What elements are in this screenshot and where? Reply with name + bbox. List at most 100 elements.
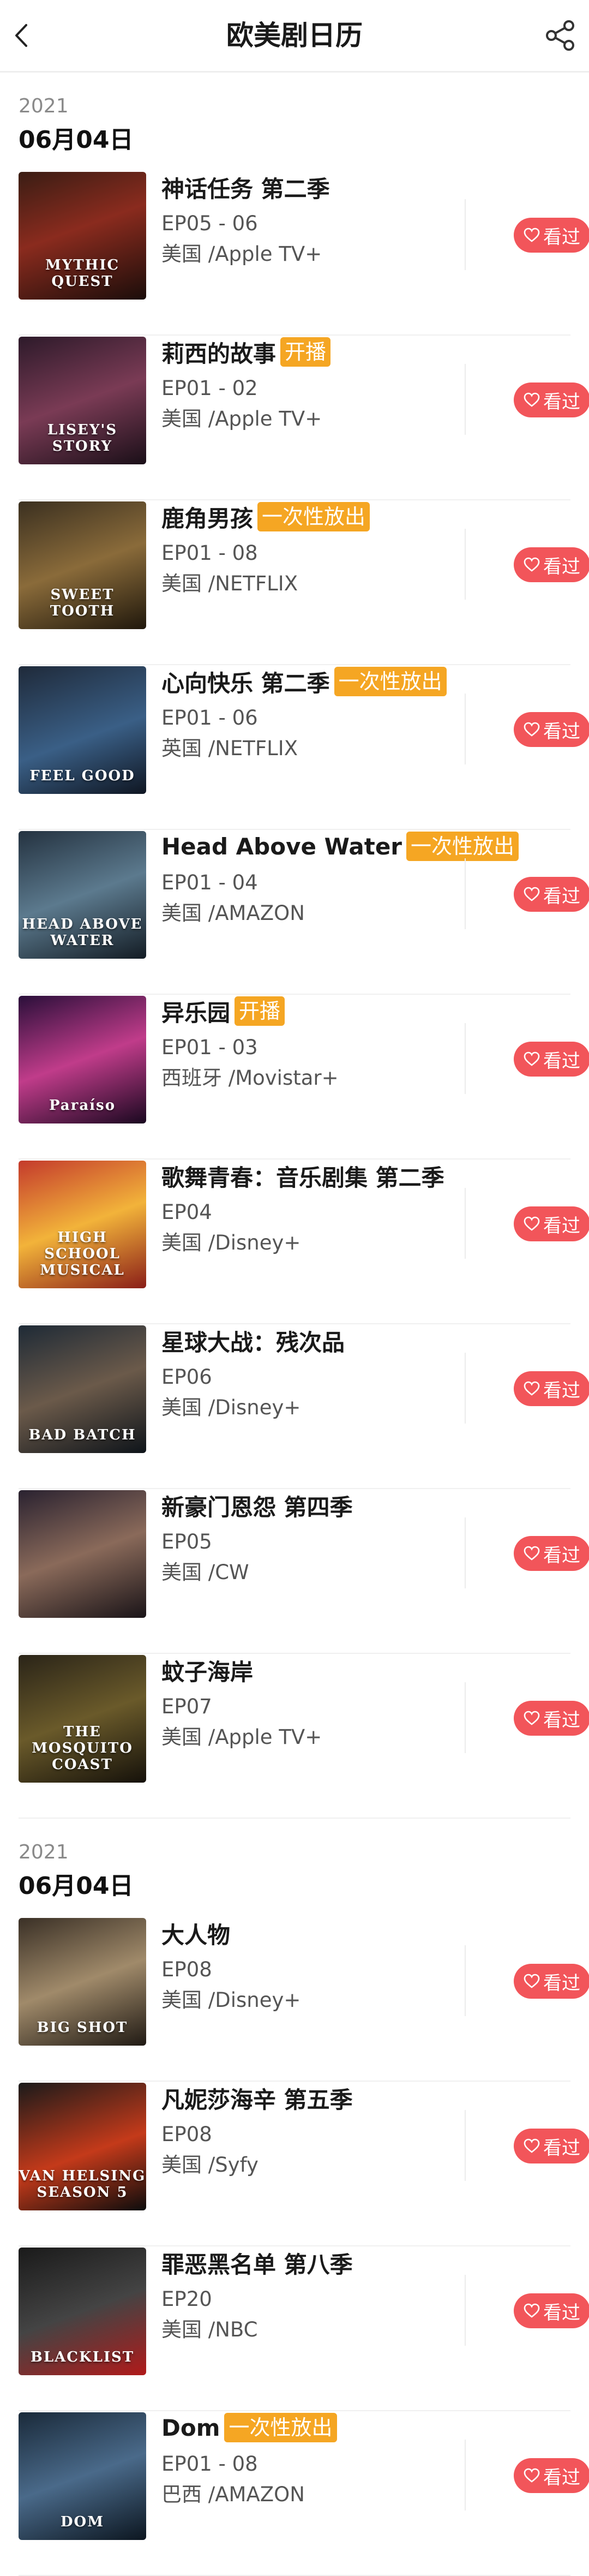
vertical-divider — [465, 1023, 466, 1094]
show-item[interactable]: BLACKLIST 罪恶黑名单 第八季 EP20 美国 /NBC 看过 — [19, 2246, 589, 2411]
country-network: 美国 /Apple TV+ — [161, 242, 322, 266]
watched-label: 看过 — [543, 1379, 580, 1402]
watched-label: 看过 — [543, 391, 580, 413]
poster-title: MYTHIC QUEST — [45, 257, 120, 290]
watched-label: 看过 — [543, 1709, 580, 1731]
show-info: Dom 一次性放出 EP01 - 08 巴西 /AMAZON — [161, 2411, 436, 2507]
show-item[interactable]: BIG SHOT 大人物 EP08 美国 /Disney+ 看过 — [19, 1917, 589, 2082]
watched-button[interactable]: 看过 — [514, 2293, 589, 2328]
watched-button[interactable]: 看过 — [514, 712, 589, 747]
country-network: 美国 /NETFLIX — [161, 572, 298, 595]
show-poster: THE MOSQUITO COAST — [19, 1655, 146, 1783]
date-section: 2021 06月04日 MYTHIC QUEST 神话任务 第二季 EP05 - 06 美… — [0, 94, 589, 1819]
episode-range: EP05 - 06 — [161, 212, 258, 235]
country-network: 英国 /NETFLIX — [161, 737, 298, 760]
episode-range: EP01 - 03 — [161, 1036, 258, 1059]
show-title-row: 蚊子海岸 — [161, 1654, 436, 1687]
watched-button[interactable]: 看过 — [514, 1964, 589, 1999]
show-title: 大人物 — [161, 1921, 231, 1949]
poster-title: Paraíso — [49, 1097, 116, 1114]
show-title: 罪恶黑名单 第八季 — [161, 2251, 353, 2278]
episode-range: EP05 — [161, 1530, 212, 1553]
show-title-row: Dom 一次性放出 — [161, 2411, 436, 2444]
top-bar: 欧美剧日历 — [0, 0, 589, 71]
poster-title: BAD BATCH — [28, 1427, 136, 1443]
country-network: 美国 /CW — [161, 1561, 249, 1584]
show-title: 新豪门恩怨 第四季 — [161, 1493, 353, 1521]
vertical-divider — [465, 2110, 466, 2181]
release-badge: 一次性放出 — [334, 667, 447, 696]
country-network: 美国 /Disney+ — [161, 1396, 301, 1419]
share-button[interactable] — [541, 16, 579, 55]
show-poster: BAD BATCH — [19, 1325, 146, 1453]
poster-title: THE MOSQUITO COAST — [32, 1724, 133, 1773]
episode-range: EP20 — [161, 2287, 212, 2311]
watched-button[interactable]: 看过 — [514, 547, 589, 582]
section-year: 2021 — [19, 1841, 69, 1863]
watched-label: 看过 — [543, 885, 580, 907]
show-item[interactable]: DOM Dom 一次性放出 EP01 - 08 巴西 /AMAZON 看过 — [19, 2411, 589, 2576]
watched-button[interactable]: 看过 — [514, 218, 589, 253]
country-network: 美国 /Apple TV+ — [161, 407, 322, 431]
show-title: 星球大战：残次品 — [161, 1329, 345, 1356]
vertical-divider — [465, 1353, 466, 1424]
watched-button[interactable]: 看过 — [514, 2458, 589, 2493]
watched-button[interactable]: 看过 — [514, 1042, 589, 1077]
poster-title: BLACKLIST — [30, 2349, 135, 2365]
country-network: 美国 /Disney+ — [161, 1231, 301, 1254]
show-item[interactable]: HEAD ABOVE WATER Head Above Water 一次性放出 EP0… — [19, 830, 589, 995]
watched-button[interactable]: 看过 — [514, 1536, 589, 1571]
date-section: 2021 06月04日 BIG SHOT 大人物 EP08 美国 /Disney+ 看过 VA… — [0, 1840, 589, 2576]
show-item[interactable]: Paraíso 异乐园 开播 EP01 - 03 西班牙 /Movistar+ 看过 — [19, 995, 589, 1160]
show-item[interactable]: FEEL GOOD 心向快乐 第二季 一次性放出 EP01 - 06 英国 /NETFL… — [19, 665, 589, 830]
vertical-divider — [465, 2440, 466, 2511]
heart-check-icon — [524, 228, 540, 242]
row-divider — [19, 1818, 570, 1819]
show-item[interactable]: HIGH SCHOOL MUSICAL 歌舞青春：音乐剧集 第二季 EP04 美国 /… — [19, 1160, 589, 1324]
watched-label: 看过 — [543, 2302, 580, 2324]
show-poster: HIGH SCHOOL MUSICAL — [19, 1161, 146, 1288]
show-poster: VAN HELSING SEASON 5 — [19, 2083, 146, 2210]
watched-button[interactable]: 看过 — [514, 1371, 589, 1406]
watched-button[interactable]: 看过 — [514, 1206, 589, 1241]
heart-check-icon — [524, 1546, 540, 1561]
vertical-divider — [465, 1682, 466, 1753]
show-item[interactable]: THE MOSQUITO COAST 蚊子海岸 EP07 美国 /Apple TV+ 看… — [19, 1654, 589, 1819]
heart-check-icon — [524, 1051, 540, 1066]
vertical-divider — [465, 1945, 466, 2016]
show-title: 凡妮莎海辛 第五季 — [161, 2086, 353, 2113]
show-item[interactable]: SWEET TOOTH 鹿角男孩 一次性放出 EP01 - 08 美国 /NETFLIX… — [19, 500, 589, 665]
poster-title: BIG SHOT — [37, 2019, 128, 2036]
watched-button[interactable]: 看过 — [514, 382, 589, 417]
episode-range: EP01 - 08 — [161, 541, 258, 565]
show-info: 蚊子海岸 EP07 美国 /Apple TV+ — [161, 1654, 436, 1750]
show-info: 凡妮莎海辛 第五季 EP08 美国 /Syfy — [161, 2082, 436, 2178]
show-title-row: 罪恶黑名单 第八季 — [161, 2246, 436, 2279]
show-item[interactable]: 新豪门恩怨 第四季 EP05 美国 /CW 看过 — [19, 1489, 589, 1654]
watched-button[interactable]: 看过 — [514, 1701, 589, 1736]
show-title-row: 心向快乐 第二季 一次性放出 — [161, 665, 447, 698]
show-title-row: 神话任务 第二季 — [161, 171, 436, 204]
show-item[interactable]: VAN HELSING SEASON 5 凡妮莎海辛 第五季 EP08 美国 /Syf… — [19, 2082, 589, 2246]
country-network: 西班牙 /Movistar+ — [161, 1066, 339, 1090]
show-poster: Paraíso — [19, 996, 146, 1123]
vertical-divider — [465, 199, 466, 270]
show-poster: MYTHIC QUEST — [19, 172, 146, 300]
show-title-row: 鹿角男孩 一次性放出 — [161, 500, 436, 533]
watched-button[interactable]: 看过 — [514, 2129, 589, 2163]
show-info: 神话任务 第二季 EP05 - 06 美国 /Apple TV+ — [161, 171, 436, 267]
show-title: 莉西的故事 — [161, 340, 277, 367]
poster-title: DOM — [61, 2514, 104, 2530]
country-network: 美国 /NBC — [161, 2318, 258, 2341]
vertical-divider — [465, 1517, 466, 1588]
country-network: 美国 /Syfy — [161, 2153, 259, 2177]
show-title-row: Head Above Water 一次性放出 — [161, 830, 519, 863]
show-item[interactable]: BAD BATCH 星球大战：残次品 EP06 美国 /Disney+ 看过 — [19, 1324, 589, 1489]
show-item[interactable]: MYTHIC QUEST 神话任务 第二季 EP05 - 06 美国 /Apple T… — [19, 171, 589, 336]
show-item[interactable]: LISEY'S STORY 莉西的故事 开播 EP01 - 02 美国 /Apple T… — [19, 336, 589, 500]
episode-range: EP01 - 08 — [161, 2452, 258, 2476]
watched-label: 看过 — [543, 2466, 580, 2489]
vertical-divider — [465, 2275, 466, 2346]
poster-title: HIGH SCHOOL MUSICAL — [40, 1229, 125, 1278]
watched-button[interactable]: 看过 — [514, 877, 589, 912]
